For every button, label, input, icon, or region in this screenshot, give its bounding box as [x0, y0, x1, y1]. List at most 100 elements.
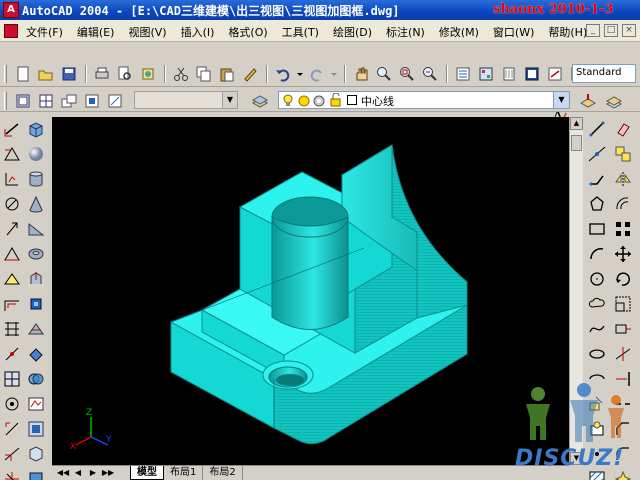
layer-lock-icon[interactable] [329, 92, 343, 110]
menu-item-1[interactable]: 编辑(E) [77, 24, 122, 40]
menu-item-7[interactable]: 标注(N) [386, 24, 432, 40]
toolbar-grip[interactable] [4, 65, 7, 83]
erase-icon[interactable] [613, 119, 633, 139]
chevron-down-icon[interactable]: ▼ [222, 92, 237, 108]
layer-on-icon[interactable] [282, 93, 294, 110]
layer-viewport-freeze-icon[interactable] [312, 94, 326, 111]
array-icon[interactable] [613, 219, 633, 239]
menu-item-2[interactable]: 视图(V) [128, 24, 173, 40]
revision-cloud-icon[interactable] [587, 294, 607, 314]
trim-icon[interactable] [613, 344, 633, 364]
extrude-icon[interactable] [26, 269, 46, 289]
text-style-select[interactable]: Standard [572, 64, 636, 83]
scale-icon[interactable] [613, 294, 633, 314]
tool-palettes-icon[interactable] [499, 64, 519, 84]
open-icon[interactable] [36, 64, 56, 84]
match-properties-icon[interactable] [240, 64, 260, 84]
layer-previous-state-icon[interactable] [604, 91, 624, 111]
layer-manager-icon[interactable] [250, 91, 270, 111]
sphere-icon[interactable] [26, 144, 46, 164]
plot-icon[interactable] [59, 91, 79, 111]
polygon-icon[interactable] [2, 244, 22, 264]
menu-item-4[interactable]: 格式(O) [228, 24, 274, 40]
autocad-app-icon[interactable]: A [3, 2, 19, 18]
polyline-icon[interactable] [587, 169, 607, 189]
mirror-icon[interactable] [613, 169, 633, 189]
cylinder-icon[interactable] [26, 169, 46, 189]
list-icon[interactable] [2, 194, 22, 214]
grid-view-icon[interactable] [2, 369, 22, 389]
table-icon[interactable] [2, 319, 22, 339]
setup-profile-icon[interactable] [26, 444, 46, 464]
box-solid-icon[interactable] [26, 119, 46, 139]
scroll-thumb[interactable] [571, 135, 582, 151]
polygon-draw-icon[interactable] [587, 194, 607, 214]
rotate-icon[interactable] [613, 269, 633, 289]
offset-icon[interactable] [613, 194, 633, 214]
dbconnect-icon[interactable] [522, 64, 542, 84]
construction-line-icon[interactable] [587, 144, 607, 164]
layer-select[interactable]: 中心线 ▼ [278, 91, 570, 109]
properties-icon[interactable] [453, 64, 473, 84]
layer-thaw-icon[interactable] [297, 94, 311, 111]
zoom-previous-icon[interactable] [420, 64, 440, 84]
layer-previous-icon[interactable] [13, 91, 33, 111]
ellipse-icon[interactable] [587, 344, 607, 364]
menu-item-0[interactable]: 文件(F) [26, 24, 70, 40]
dimension-icon[interactable] [2, 419, 22, 439]
mass-properties-icon[interactable] [2, 169, 22, 189]
viewport-scale-icon[interactable] [105, 91, 125, 111]
save-icon[interactable] [59, 64, 79, 84]
viewports-icon[interactable] [36, 91, 56, 111]
scale-dimension-icon[interactable] [2, 469, 22, 480]
section-icon[interactable] [26, 319, 46, 339]
tab-model[interactable]: 模型 [130, 466, 164, 480]
scroll-up-icon[interactable]: ▲ [570, 117, 583, 130]
tab-layout2[interactable]: 布局2 [203, 466, 243, 480]
menu-item-8[interactable]: 修改(M) [439, 24, 486, 40]
tab-prev-button[interactable]: ◀ [71, 467, 85, 479]
rectangle-icon[interactable] [587, 219, 607, 239]
paste-icon[interactable] [217, 64, 237, 84]
lengthen-icon[interactable] [2, 344, 22, 364]
undo-dropdown-icon[interactable] [296, 64, 304, 84]
distance-icon[interactable] [2, 119, 22, 139]
new-icon[interactable] [13, 64, 33, 84]
doc-minimize-button[interactable]: _ [586, 24, 600, 37]
zoom-window-icon[interactable] [397, 64, 417, 84]
viewport-scale-select[interactable]: ▼ [134, 91, 238, 109]
setup-drawing-icon[interactable] [26, 394, 46, 414]
redo-icon[interactable] [307, 64, 327, 84]
doc-close-button[interactable]: × [622, 24, 636, 37]
line-icon[interactable] [587, 119, 607, 139]
move-icon[interactable] [613, 244, 633, 264]
tab-first-button[interactable]: ◀◀ [56, 467, 70, 479]
menu-item-3[interactable]: 插入(I) [181, 24, 222, 40]
wedge-icon[interactable] [26, 219, 46, 239]
circle-icon[interactable] [587, 269, 607, 289]
pan-icon[interactable] [351, 64, 371, 84]
dimension-angular-icon[interactable] [2, 444, 22, 464]
redo-dropdown-icon[interactable] [330, 64, 338, 84]
stretch-icon[interactable] [613, 319, 633, 339]
menu-item-6[interactable]: 绘图(D) [333, 24, 379, 40]
torus-icon[interactable] [26, 244, 46, 264]
revolve-icon[interactable] [26, 294, 46, 314]
make-object-layer-current-icon[interactable] [578, 91, 598, 111]
menu-item-9[interactable]: 窗口(W) [493, 24, 541, 40]
spline-icon[interactable] [587, 319, 607, 339]
copy-object-icon[interactable] [613, 144, 633, 164]
publish-icon[interactable] [138, 64, 158, 84]
zoom-realtime-icon[interactable] [374, 64, 394, 84]
target-icon[interactable] [2, 394, 22, 414]
setup-view-icon[interactable] [26, 419, 46, 439]
region-icon[interactable] [82, 91, 102, 111]
copy-icon[interactable] [194, 64, 214, 84]
undo-icon[interactable] [273, 64, 293, 84]
stack-icon[interactable] [2, 294, 22, 314]
tab-last-button[interactable]: ▶▶ [101, 467, 115, 479]
tab-layout1[interactable]: 布局1 [164, 466, 204, 480]
arc-icon[interactable] [587, 244, 607, 264]
print-preview-icon[interactable] [115, 64, 135, 84]
cut-icon[interactable] [171, 64, 191, 84]
